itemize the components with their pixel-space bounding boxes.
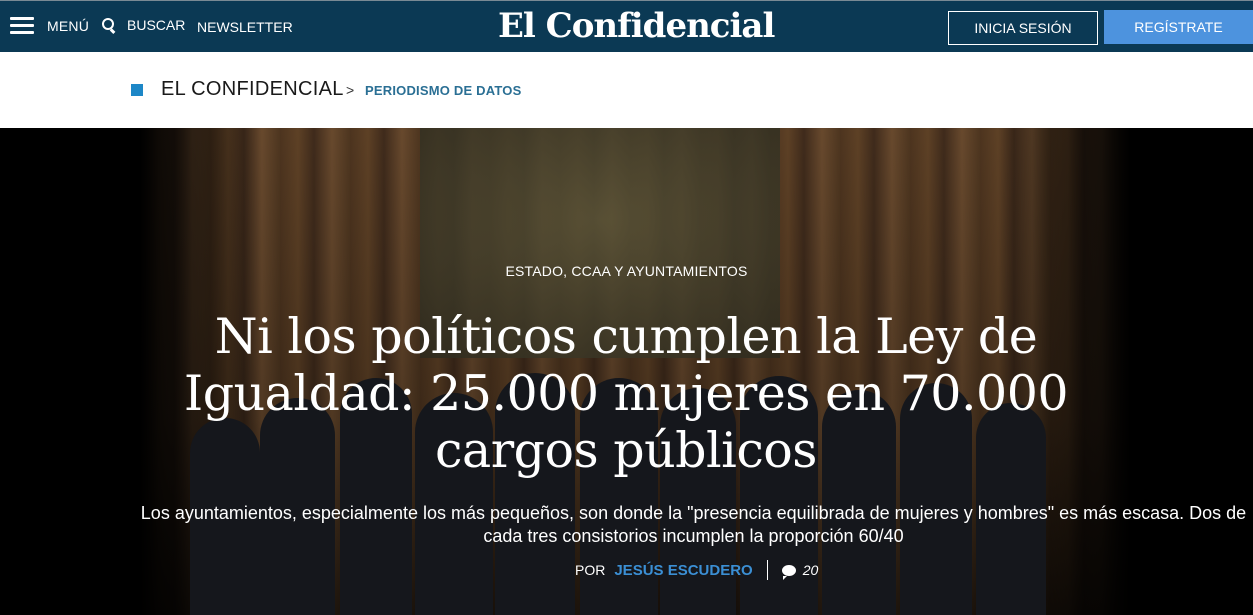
search-button[interactable]: BUSCAR [102,17,186,34]
register-button[interactable]: REGÍSTRATE [1104,10,1253,44]
author-link[interactable]: JESÚS ESCUDERO [614,562,752,579]
article-subtitle: Los ayuntamientos, especialmente los más… [140,503,1247,546]
site-logo[interactable]: El Confidencial [498,6,775,46]
article-headline[interactable]: Ni los políticos cumplen la Ley de Igual… [176,308,1076,479]
breadcrumb-section-link[interactable]: PERIODISMO DE DATOS [365,83,521,98]
article-hero: ESTADO, CCAA Y AYUNTAMIENTOS Ni los polí… [0,128,1253,615]
breadcrumb-separator: > [346,82,355,98]
newsletter-link[interactable]: NEWSLETTER [197,19,293,35]
comments-link[interactable]: 20 [781,562,819,580]
section-marker-square [131,84,143,96]
hamburger-menu-icon [10,17,34,35]
comment-bubble-icon [781,564,796,580]
article-category[interactable]: ESTADO, CCAA Y AYUNTAMIENTOS [0,263,1253,279]
search-label: BUSCAR [127,17,186,33]
comment-count: 20 [802,562,819,578]
byline-divider [766,560,768,580]
article-byline: POR JESÚS ESCUDERO 20 [575,560,818,580]
breadcrumb: EL CONFIDENCIAL > PERIODISMO DE DATOS [0,52,1253,128]
byline-prefix: POR [575,562,606,578]
menu-button[interactable]: MENÚ [10,17,89,35]
login-button[interactable]: INICIA SESIÓN [948,11,1098,45]
menu-label: MENÚ [47,18,90,34]
breadcrumb-home-link[interactable]: EL CONFIDENCIAL [161,78,344,101]
search-icon [102,18,116,34]
top-navigation-bar: MENÚ BUSCAR NEWSLETTER El Confidencial I… [0,0,1253,52]
